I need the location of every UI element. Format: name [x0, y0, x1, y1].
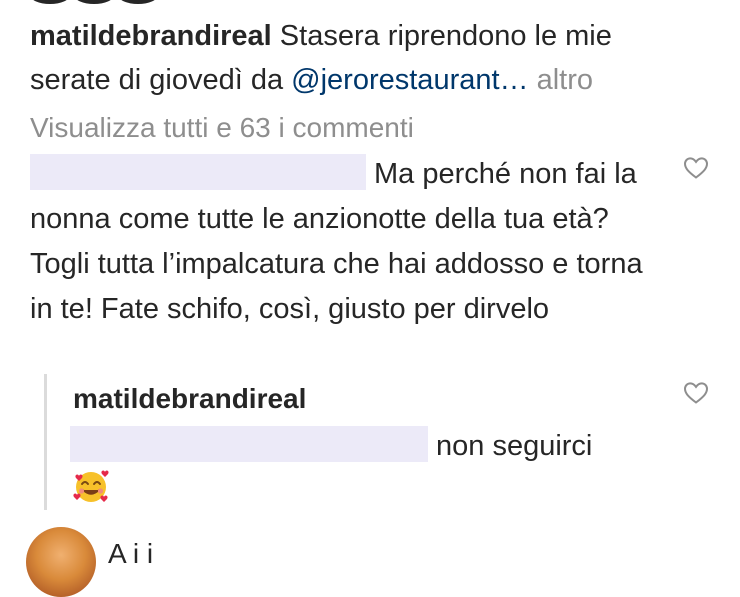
caption-more-link[interactable]: altro — [529, 64, 593, 96]
avatar[interactable] — [26, 527, 96, 597]
redacted-mention — [70, 426, 428, 463]
reply-thread-line — [44, 374, 47, 510]
caption-username[interactable]: matildebrandireal — [30, 20, 272, 52]
reply-comment: non seguirci — [70, 424, 592, 468]
comment: Ma perché non fai la nonna come tutte le… — [30, 152, 660, 332]
redacted-username — [30, 154, 366, 191]
post-caption: matildebrandireal Stasera riprendono le … — [30, 14, 680, 102]
reply-username[interactable]: matildebrandireal — [73, 379, 306, 419]
reply-text: non seguirci — [436, 430, 593, 462]
heart-outline-icon[interactable] — [683, 381, 709, 405]
bottom-comment-text: A i i — [108, 538, 154, 569]
cropped-avatar-edge — [30, 0, 170, 4]
view-all-comments-link[interactable]: Visualizza tutti e 63 i commenti — [30, 108, 414, 148]
heart-outline-icon[interactable] — [683, 156, 709, 180]
caption-mention-link[interactable]: @jerorestaurant… — [291, 64, 528, 96]
smiling-face-with-hearts-icon — [73, 470, 109, 502]
